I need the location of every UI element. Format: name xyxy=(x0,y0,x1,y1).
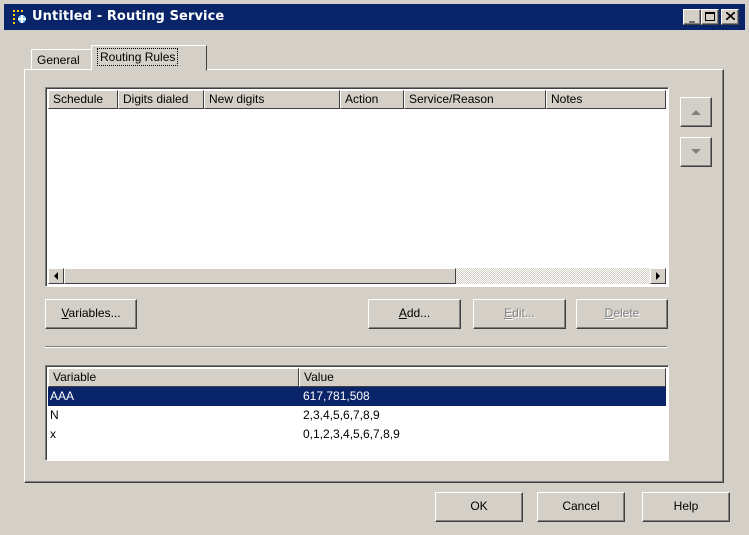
variable-value: 0,1,2,3,4,5,6,7,8,9 xyxy=(303,427,400,441)
ok-button[interactable]: OK xyxy=(435,492,523,522)
variables-table-header: Variable Value xyxy=(48,368,666,387)
tab-general[interactable]: General xyxy=(31,49,95,69)
routing-rules-list[interactable]: Schedule Digits dialed New digits Action… xyxy=(45,87,669,287)
variables-button[interactable]: Variables... xyxy=(45,299,137,329)
column-header-digits-dialed[interactable]: Digits dialed xyxy=(118,90,204,109)
column-header-action[interactable]: Action xyxy=(340,90,404,109)
variables-list[interactable]: Variable Value AAA 617,781,508 N 2,3,4,5… xyxy=(45,365,669,461)
rules-table-header: Schedule Digits dialed New digits Action… xyxy=(48,90,666,109)
close-button[interactable] xyxy=(721,9,739,25)
move-up-button[interactable] xyxy=(680,97,712,127)
column-header-service-reason[interactable]: Service/Reason xyxy=(404,90,546,109)
add-mnemonic: A xyxy=(398,306,407,320)
tab-routing-rules[interactable]: Routing Rules xyxy=(91,45,207,71)
variable-row[interactable]: N 2,3,4,5,6,7,8,9 xyxy=(48,406,666,425)
rules-horizontal-scrollbar[interactable] xyxy=(48,268,666,284)
variable-value: 2,3,4,5,6,7,8,9 xyxy=(303,408,380,422)
routing-service-window: Untitled - Routing Service _ General Rou… xyxy=(0,0,749,535)
column-header-new-digits[interactable]: New digits xyxy=(204,90,340,109)
edit-button[interactable]: Edit... xyxy=(473,299,566,329)
variables-label: ariables... xyxy=(68,306,121,320)
variable-name: AAA xyxy=(50,389,75,403)
edit-mnemonic: E xyxy=(504,306,513,320)
variable-row[interactable]: AAA 617,781,508 xyxy=(48,387,666,406)
move-down-button[interactable] xyxy=(680,137,712,167)
add-label: dd... xyxy=(406,306,431,320)
delete-button[interactable]: Delete xyxy=(576,299,668,329)
add-button[interactable]: Add... xyxy=(368,299,461,329)
tab-routing-rules-label: Routing Rules xyxy=(97,48,179,66)
app-icon xyxy=(12,9,28,25)
maximize-button[interactable] xyxy=(701,9,719,25)
variable-name: x xyxy=(50,427,56,441)
triangle-down-icon xyxy=(691,149,701,154)
delete-mnemonic: D xyxy=(604,306,614,320)
minimize-button[interactable]: _ xyxy=(683,9,701,25)
column-header-value[interactable]: Value xyxy=(299,368,666,387)
scrollbar-track[interactable] xyxy=(456,268,650,284)
cancel-button[interactable]: Cancel xyxy=(537,492,625,522)
variable-value: 617,781,508 xyxy=(303,389,370,403)
edit-label: dit... xyxy=(512,306,535,320)
scroll-right-button[interactable] xyxy=(650,268,666,284)
variables-mnemonic: V xyxy=(61,306,69,320)
variable-row[interactable]: x 0,1,2,3,4,5,6,7,8,9 xyxy=(48,425,666,444)
separator-line xyxy=(45,346,667,348)
help-button[interactable]: Help xyxy=(642,492,730,522)
column-header-schedule[interactable]: Schedule xyxy=(48,90,118,109)
tab-general-label: General xyxy=(37,53,80,67)
window-title: Untitled - Routing Service xyxy=(32,9,225,24)
delete-label: elete xyxy=(613,306,640,320)
scroll-left-button[interactable] xyxy=(48,268,64,284)
column-header-notes[interactable]: Notes xyxy=(546,90,666,109)
column-header-variable[interactable]: Variable xyxy=(48,368,299,387)
triangle-up-icon xyxy=(691,110,701,115)
scrollbar-thumb[interactable] xyxy=(64,268,456,284)
title-bar[interactable]: Untitled - Routing Service _ xyxy=(4,4,745,30)
variable-name: N xyxy=(50,408,59,422)
